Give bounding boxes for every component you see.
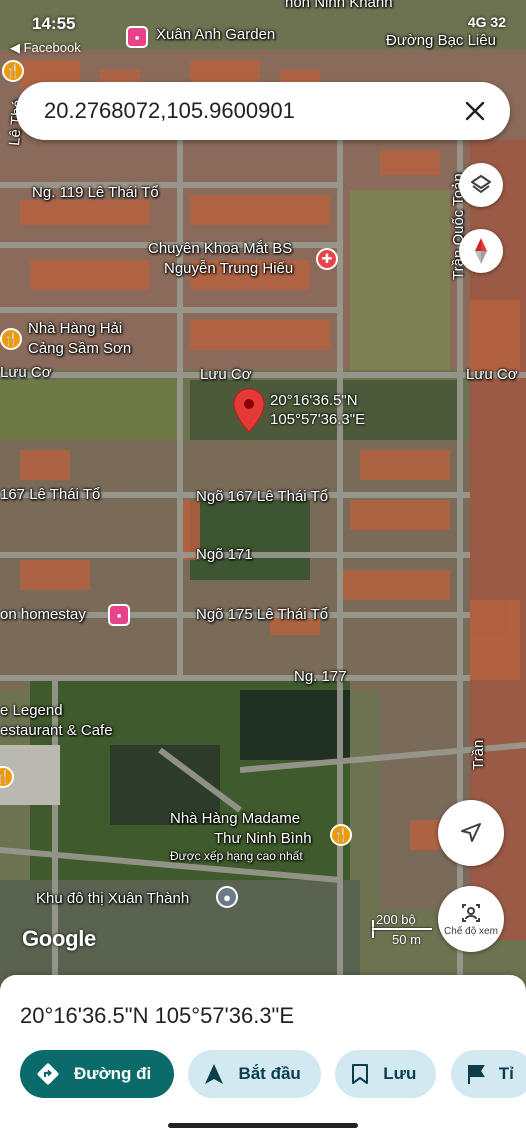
map-label-bac-lieu: Đường Bạc Liêu (386, 32, 496, 49)
satellite-map[interactable]: 14:55 4G 32 ◀ Facebook ▪ Xuân Anh Garden… (0, 0, 526, 990)
signal-label: 4G (467, 14, 487, 30)
place-icon[interactable]: ● (216, 886, 238, 908)
action-chips: Đường đi Bắt đầu Lưu Tỉ (20, 1050, 526, 1098)
pin-lat: 20°16'36.5"N (270, 392, 358, 409)
save-button[interactable]: Lưu (335, 1050, 437, 1098)
back-app-label: Facebook (23, 40, 81, 55)
label-button[interactable]: Tỉ (450, 1050, 526, 1098)
layers-button[interactable] (459, 163, 503, 207)
status-right: 4G 32 (468, 14, 506, 30)
layers-icon (471, 175, 491, 193)
search-query[interactable]: 20.2768072,105.9600901 (44, 98, 460, 124)
restaurant-icon[interactable]: 🍴 (0, 328, 22, 350)
map-label-chuyen-khoa-mat[interactable]: Chuyên Khoa Mắt BS (148, 240, 292, 257)
directions-label: Đường đi (74, 1064, 152, 1083)
place-coordinates: 20°16'36.5"N 105°57'36.3"E (20, 1003, 295, 1028)
map-label-xuan-anh-garden[interactable]: Xuân Anh Garden (156, 26, 275, 43)
street-view-icon (462, 903, 480, 922)
map-label-madame-3: Được xếp hạng cao nhất (170, 849, 303, 863)
map-label-ngo167: Ngõ 167 Lê Thái Tổ (196, 488, 329, 505)
hotel-icon[interactable]: ▪ (126, 26, 148, 48)
back-to-app[interactable]: ◀ Facebook (10, 40, 81, 56)
map-label-madame-1[interactable]: Nhà Hàng Madame (170, 810, 300, 827)
map-label-ng177: Ng. 177 (294, 668, 347, 685)
restaurant-icon[interactable]: 🍴 (330, 824, 352, 846)
map-label-167-left: 167 Lê Thái Tổ (0, 486, 101, 503)
map-label-ng119: Ng. 119 Lê Thái Tổ (32, 184, 159, 201)
flag-icon (467, 1063, 485, 1085)
restaurant-icon[interactable]: 🍴 (2, 60, 24, 82)
home-indicator (168, 1123, 358, 1128)
map-label-ngo171: Ngõ 171 (196, 546, 253, 563)
map-label-luu-co-left: Lưu Cơ (0, 364, 52, 381)
map-label-cang-sam-son[interactable]: Cảng Sầm Sơn (28, 340, 131, 357)
dropped-pin-icon[interactable] (232, 388, 266, 434)
close-icon[interactable] (460, 96, 490, 126)
map-label-legend-2[interactable]: estaurant & Cafe (0, 722, 113, 739)
map-label-ninh-khanh: hôn Ninh Khánh (285, 0, 393, 11)
search-bar[interactable]: 20.2768072,105.9600901 (16, 82, 510, 140)
map-label-nha-hang-hai[interactable]: Nhà Hàng Hải (28, 320, 122, 337)
navigation-icon (204, 1063, 224, 1085)
map-scale: 200 bộ 50 m (362, 910, 432, 950)
place-bottom-sheet[interactable]: 20°16'36.5"N 105°57'36.3"E Đường đi Bắt … (0, 975, 526, 1138)
map-label-legend-1[interactable]: e Legend (0, 702, 63, 719)
status-time: 14:55 (32, 14, 76, 33)
save-label: Lưu (383, 1064, 417, 1083)
bookmark-icon (351, 1063, 369, 1085)
map-label-madame-2[interactable]: Thư Ninh Bình (214, 830, 312, 847)
map-label-ngo175: Ngõ 175 Lê Thái Tổ (196, 606, 329, 623)
start-label: Bắt đầu (238, 1064, 301, 1083)
directions-button[interactable]: Đường đi (20, 1050, 174, 1098)
directions-icon (36, 1062, 60, 1086)
map-label-homestay[interactable]: on homestay (0, 606, 86, 623)
scale-feet: 200 bộ (376, 912, 416, 927)
start-button[interactable]: Bắt đầu (188, 1050, 321, 1098)
pin-coordinates-label: 20°16'36.5"N 105°57'36.3"E (270, 392, 365, 430)
hotel-icon[interactable]: ▪ (108, 604, 130, 626)
scale-meters: 50 m (392, 932, 421, 947)
street-view-caption: Chế độ xem (444, 925, 498, 937)
label-label: Tỉ (498, 1064, 514, 1083)
my-location-button[interactable] (438, 800, 504, 866)
street-view-button[interactable]: Chế độ xem (438, 886, 504, 952)
navigation-arrow-icon (461, 823, 481, 842)
compass-button[interactable] (459, 229, 503, 273)
map-label-khu-do-thi[interactable]: Khu đô thị Xuân Thành (36, 890, 189, 907)
pin-lng: 105°57'36.3"E (270, 410, 366, 428)
map-label-nguyen-trung-hieu[interactable]: Nguyễn Trung Hiếu (164, 260, 293, 277)
compass-icon (475, 238, 487, 264)
hospital-icon[interactable]: ✚ (316, 248, 338, 270)
map-label-tran-right: Trần (470, 739, 487, 770)
map-label-luu-co-mid: Lưu Cơ (200, 366, 252, 383)
google-logo: Google (22, 926, 96, 951)
battery-level: 32 (490, 14, 506, 30)
map-label-luu-co-right: Lưu Cơ (466, 366, 518, 383)
